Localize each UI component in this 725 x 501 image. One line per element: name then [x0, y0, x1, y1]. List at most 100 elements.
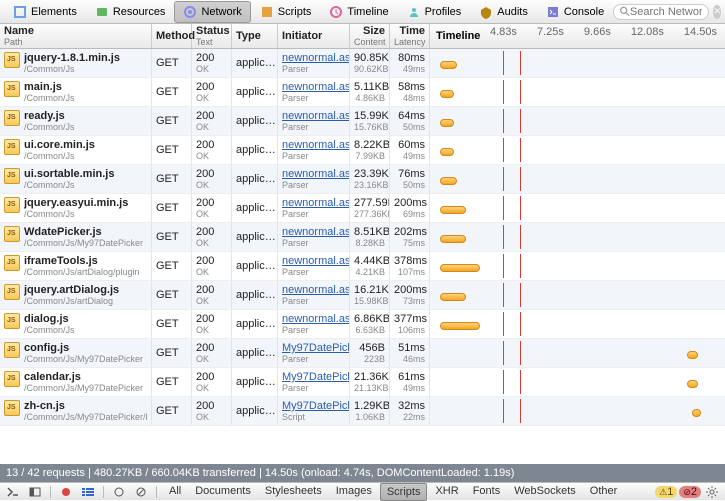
cell-initiator[interactable]: newnormal.aspx:1Parser: [278, 49, 350, 77]
cell-method: GET: [152, 252, 192, 280]
cell-type: applic…: [232, 165, 278, 193]
cell-initiator[interactable]: newnormal.aspx:1Parser: [278, 310, 350, 338]
filter-icon[interactable]: [110, 485, 128, 499]
list-view-icon[interactable]: [79, 485, 97, 499]
cell-name: dialog.js/Common/Js: [0, 310, 152, 338]
cell-method: GET: [152, 194, 192, 222]
cell-name: ui.core.min.js/Common/Js: [0, 136, 152, 164]
tab-console[interactable]: Console: [537, 1, 613, 23]
settings-icon[interactable]: [703, 485, 721, 499]
cell-status: 200OK: [192, 107, 232, 135]
cell-initiator[interactable]: My97DatePicker:1Parser: [278, 339, 350, 367]
filter-fonts[interactable]: Fonts: [467, 483, 507, 501]
table-row[interactable]: iframeTools.js/Common/Js/artDialog/plugi…: [0, 252, 725, 281]
tab-profiles[interactable]: Profiles: [398, 1, 471, 23]
col-status[interactable]: StatusText: [192, 24, 232, 48]
table-row[interactable]: zh-cn.js/Common/Js/My97DatePicker/lGET20…: [0, 397, 725, 426]
tab-resources[interactable]: Resources: [86, 1, 175, 23]
filter-documents[interactable]: Documents: [189, 483, 257, 501]
tab-audits[interactable]: Audits: [470, 1, 537, 23]
filter-all[interactable]: All: [163, 483, 187, 501]
search-network-field[interactable]: [613, 4, 709, 20]
tab-label: Scripts: [278, 6, 312, 18]
filter-images[interactable]: Images: [330, 483, 378, 501]
cell-initiator[interactable]: newnormal.aspx:1Parser: [278, 194, 350, 222]
cell-method: GET: [152, 49, 192, 77]
cell-initiator[interactable]: newnormal.aspx:1Parser: [278, 223, 350, 251]
tab-elements[interactable]: Elements: [4, 1, 86, 23]
cell-type: applic…: [232, 310, 278, 338]
tab-network[interactable]: Network: [174, 1, 250, 23]
cell-initiator[interactable]: newnormal.aspx:1Parser: [278, 107, 350, 135]
cell-initiator[interactable]: newnormal.aspx:1Parser: [278, 136, 350, 164]
cell-method: GET: [152, 136, 192, 164]
table-row[interactable]: calendar.js/Common/Js/My97DatePickerGET2…: [0, 368, 725, 397]
cell-type: applic…: [232, 339, 278, 367]
cell-status: 200OK: [192, 49, 232, 77]
table-row[interactable]: main.js/Common/JsGET200OKapplic…newnorma…: [0, 78, 725, 107]
cell-timeline: [430, 368, 725, 396]
clear-search-icon[interactable]: ✕: [713, 5, 721, 19]
table-row[interactable]: dialog.js/Common/JsGET200OKapplic…newnor…: [0, 310, 725, 339]
table-row[interactable]: jquery-1.8.1.min.js/Common/JsGET200OKapp…: [0, 49, 725, 78]
separator: [156, 486, 157, 498]
cell-method: GET: [152, 165, 192, 193]
col-type[interactable]: Type: [232, 24, 278, 48]
col-name[interactable]: NamePath: [0, 24, 152, 48]
filter-websockets[interactable]: WebSockets: [508, 483, 582, 501]
table-row[interactable]: ready.js/Common/JsGET200OKapplic…newnorm…: [0, 107, 725, 136]
js-file-icon: [4, 226, 20, 242]
filter-other[interactable]: Other: [584, 483, 624, 501]
tab-label: Profiles: [425, 6, 462, 18]
cell-initiator[interactable]: newnormal.aspx:1Parser: [278, 165, 350, 193]
tab-timeline[interactable]: Timeline: [320, 1, 397, 23]
cell-time: 58ms48ms: [390, 78, 430, 106]
filter-stylesheets[interactable]: Stylesheets: [259, 483, 328, 501]
cell-timeline: [430, 223, 725, 251]
table-row[interactable]: jquery.artDialog.js/Common/Js/artDialogG…: [0, 281, 725, 310]
js-file-icon: [4, 313, 20, 329]
col-size[interactable]: SizeContent: [350, 24, 390, 48]
clear-icon[interactable]: [132, 485, 150, 499]
cell-initiator[interactable]: newnormal.aspx:1Parser: [278, 281, 350, 309]
cell-method: GET: [152, 78, 192, 106]
cell-status: 200OK: [192, 194, 232, 222]
cell-time: 377ms106ms: [390, 310, 430, 338]
cell-type: applic…: [232, 136, 278, 164]
col-initiator[interactable]: Initiator: [278, 24, 350, 48]
tab-scripts[interactable]: Scripts: [251, 1, 321, 23]
cell-name: main.js/Common/Js: [0, 78, 152, 106]
filter-xhr[interactable]: XHR: [429, 483, 464, 501]
search-icon: [620, 6, 630, 17]
scripts-icon: [260, 5, 274, 19]
tab-label: Timeline: [347, 6, 388, 18]
table-row[interactable]: WdatePicker.js/Common/Js/My97DatePickerG…: [0, 223, 725, 252]
cell-size: 8.51KB8.28KB: [350, 223, 390, 251]
table-row[interactable]: ui.core.min.js/Common/JsGET200OKapplic…n…: [0, 136, 725, 165]
table-row[interactable]: ui.sortable.min.js/Common/JsGET200OKappl…: [0, 165, 725, 194]
console-toggle-icon[interactable]: [4, 485, 22, 499]
table-row[interactable]: jquery.easyui.min.js/Common/JsGET200OKap…: [0, 194, 725, 223]
table-row[interactable]: config.js/Common/Js/My97DatePickerGET200…: [0, 339, 725, 368]
search-input[interactable]: [630, 6, 703, 18]
cell-name: jquery-1.8.1.min.js/Common/Js: [0, 49, 152, 77]
devtools-toolbar: ElementsResourcesNetwork Scripts Timeline P…: [0, 0, 725, 24]
col-timeline[interactable]: Timeline 4.83s7.25s9.66s12.08s14.50s: [430, 24, 725, 48]
cell-name: WdatePicker.js/Common/Js/My97DatePicker: [0, 223, 152, 251]
filter-scripts[interactable]: Scripts: [380, 483, 428, 501]
record-icon[interactable]: [57, 485, 75, 499]
error-badge[interactable]: ⊘2: [679, 486, 701, 498]
col-time[interactable]: TimeLatency: [390, 24, 430, 48]
col-method[interactable]: Method: [152, 24, 192, 48]
js-file-icon: [4, 168, 20, 184]
cell-timeline: [430, 49, 725, 77]
dock-icon[interactable]: [26, 485, 44, 499]
warning-badge[interactable]: ⚠1: [655, 486, 677, 498]
cell-initiator[interactable]: My97DatePicker:1Script: [278, 397, 350, 425]
cell-size: 5.11KB4.86KB: [350, 78, 390, 106]
cell-size: 1.29KB1.06KB: [350, 397, 390, 425]
cell-initiator[interactable]: My97DatePicker:1Parser: [278, 368, 350, 396]
cell-initiator[interactable]: newnormal.aspx:1Parser: [278, 252, 350, 280]
cell-size: 456B223B: [350, 339, 390, 367]
cell-initiator[interactable]: newnormal.aspx:1Parser: [278, 78, 350, 106]
